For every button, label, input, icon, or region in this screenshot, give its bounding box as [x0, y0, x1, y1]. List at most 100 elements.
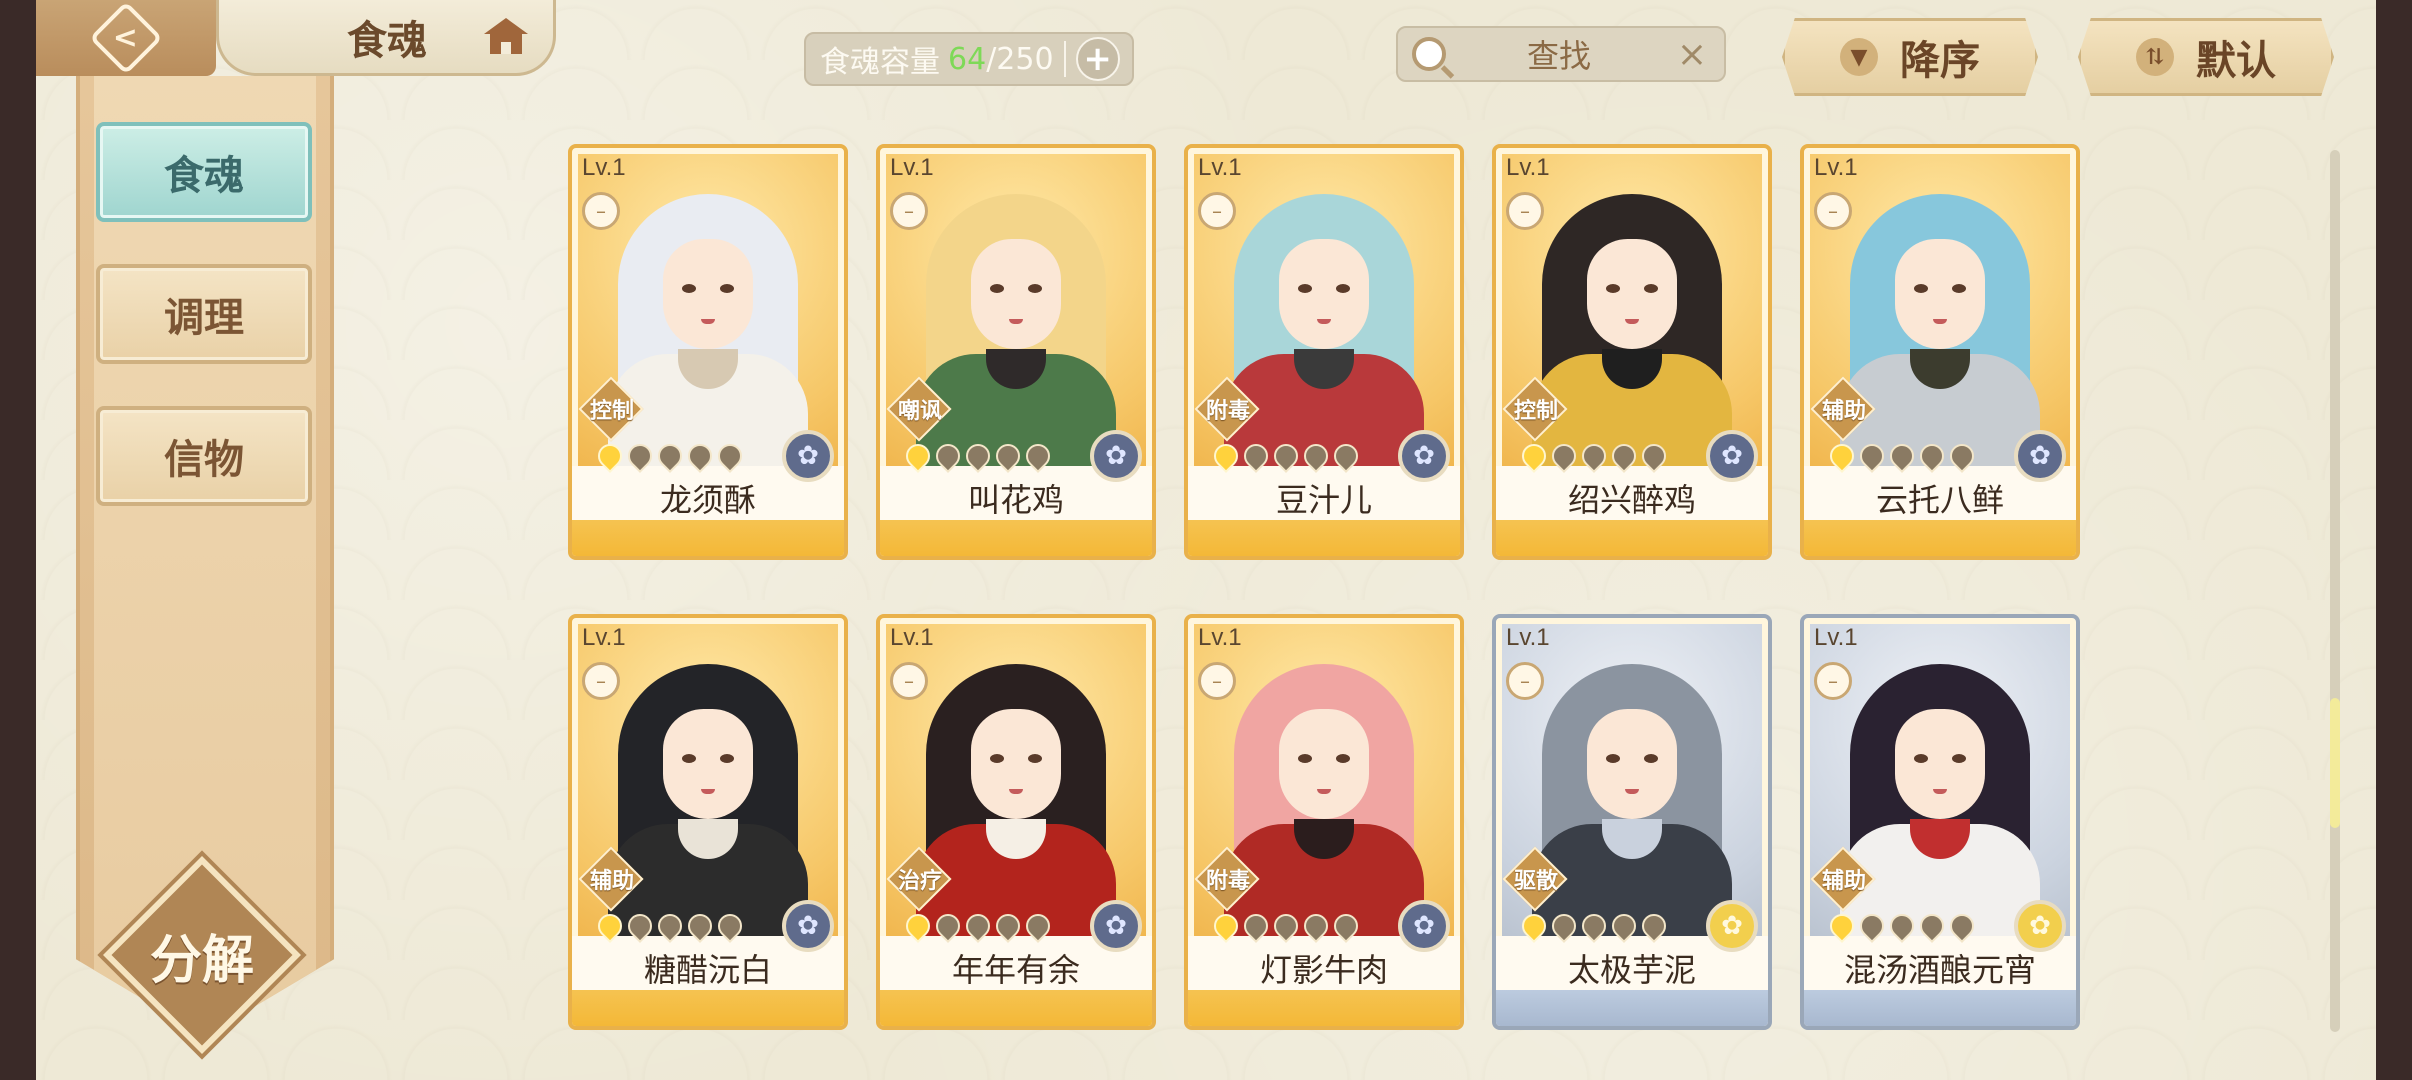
- role-label: 辅助: [1821, 869, 1866, 894]
- role-badge: 辅助: [574, 846, 650, 912]
- role-label: 治疗: [897, 869, 942, 894]
- star-icon: [593, 439, 627, 473]
- food-soul-card[interactable]: Lv.1 – 治疗 ✿ 年年有余: [876, 614, 1156, 1030]
- star-icon: [1021, 909, 1055, 943]
- capacity-display: 食魂容量 64 / 250 +: [804, 32, 1134, 86]
- tab-token-label: 信物: [164, 436, 244, 483]
- food-soul-card[interactable]: Lv.1 – 辅助 ✿ 云托八鲜: [1800, 144, 2080, 560]
- star-icon: [1021, 439, 1055, 473]
- tab-token[interactable]: 信物: [96, 406, 312, 506]
- capacity-separator: /: [986, 41, 997, 77]
- home-icon[interactable]: [484, 18, 528, 58]
- expression-icon: –: [582, 662, 620, 700]
- food-soul-card[interactable]: Lv.1 – 辅助 ✿ 糖醋沅白: [568, 614, 848, 1030]
- star-icon: [683, 439, 717, 473]
- star-icon: [1209, 909, 1243, 943]
- star-icon: [1577, 909, 1611, 943]
- role-badge: 治疗: [882, 846, 958, 912]
- role-label: 辅助: [589, 869, 634, 894]
- tab-cooking[interactable]: 调理: [96, 264, 312, 364]
- star-icon: [1607, 909, 1641, 943]
- search-input[interactable]: 查找: [1446, 31, 1672, 77]
- card-level: Lv.1: [582, 154, 626, 181]
- card-level: Lv.1: [1198, 624, 1242, 651]
- star-icon: [1239, 909, 1273, 943]
- scrollbar[interactable]: [2330, 150, 2340, 1032]
- expression-icon: –: [890, 192, 928, 230]
- star-icon: [1517, 909, 1551, 943]
- star-icon: [1885, 439, 1919, 473]
- card-name: 绍兴醉鸡: [1567, 481, 1696, 519]
- card-level: Lv.1: [1814, 624, 1858, 651]
- expression-icon: –: [1198, 662, 1236, 700]
- star-icon: [991, 439, 1025, 473]
- star-icon: [1547, 909, 1581, 943]
- star-icon: [713, 909, 747, 943]
- search-box[interactable]: 查找 ×: [1396, 26, 1726, 82]
- card-level: Lv.1: [1198, 154, 1242, 181]
- card-level: Lv.1: [1814, 154, 1858, 181]
- card-name: 叫花鸡: [967, 481, 1064, 519]
- tab-food-soul[interactable]: 食魂: [96, 122, 312, 222]
- star-icon: [1945, 909, 1979, 943]
- card-name: 云托八鲜: [1875, 481, 2004, 519]
- star-icon: [1299, 439, 1333, 473]
- sort-default-label: 默认: [2196, 37, 2276, 84]
- card-name: 糖醋沅白: [643, 951, 772, 989]
- star-icon: [1547, 439, 1581, 473]
- card-level: Lv.1: [1506, 154, 1550, 181]
- star-icon: [961, 439, 995, 473]
- star-icon: [683, 909, 717, 943]
- sort-default-button[interactable]: ⇅ 默认: [2078, 18, 2334, 96]
- search-icon: [1412, 37, 1446, 71]
- scroll-thumb[interactable]: [2330, 698, 2340, 828]
- role-label: 控制: [1513, 399, 1558, 424]
- card-name: 太极芋泥: [1567, 951, 1696, 989]
- food-soul-screen: < 食魂 食魂容量 64 / 250 + 查找 × ▼ 降序 ⇅ 默认 食魂 调…: [36, 0, 2376, 1080]
- card-name: 灯影牛肉: [1259, 951, 1388, 989]
- star-icon: [713, 439, 747, 473]
- star-icon: [931, 909, 965, 943]
- star-icon: [1915, 439, 1949, 473]
- sort-desc-icon: ▼: [1840, 38, 1878, 76]
- role-badge: 嘲讽: [882, 376, 958, 442]
- food-soul-card[interactable]: Lv.1 – 附毒 ✿ 灯影牛肉: [1184, 614, 1464, 1030]
- expression-icon: –: [1198, 192, 1236, 230]
- expression-icon: –: [1506, 192, 1544, 230]
- back-button[interactable]: <: [36, 0, 216, 76]
- star-icon: [1945, 439, 1979, 473]
- star-icon: [623, 909, 657, 943]
- sort-default-icon: ⇅: [2136, 38, 2174, 76]
- role-badge: 附毒: [1190, 846, 1266, 912]
- star-icon: [1607, 439, 1641, 473]
- add-capacity-button[interactable]: +: [1075, 37, 1120, 81]
- star-icon: [1825, 439, 1859, 473]
- star-icon: [1269, 439, 1303, 473]
- food-soul-card[interactable]: Lv.1 – 嘲讽 ✿ 叫花鸡: [876, 144, 1156, 560]
- star-icon: [1825, 909, 1859, 943]
- sort-desc-label: 降序: [1900, 37, 1980, 84]
- role-label: 附毒: [1205, 399, 1250, 424]
- star-icon: [1329, 909, 1363, 943]
- role-label: 附毒: [1205, 869, 1250, 894]
- decompose-button[interactable]: 分解: [102, 855, 302, 1055]
- star-icon: [1517, 439, 1551, 473]
- role-badge: 附毒: [1190, 376, 1266, 442]
- expression-icon: –: [1814, 192, 1852, 230]
- star-icon: [901, 439, 935, 473]
- tab-food-soul-label: 食魂: [164, 152, 244, 199]
- card-name: 龙须酥: [659, 481, 756, 519]
- food-soul-card[interactable]: Lv.1 – 驱散 ✿ 太极芋泥: [1492, 614, 1772, 1030]
- star-icon: [653, 439, 687, 473]
- role-label: 控制: [589, 399, 634, 424]
- star-icon: [1239, 439, 1273, 473]
- sort-desc-button[interactable]: ▼ 降序: [1782, 18, 2038, 96]
- food-soul-card[interactable]: Lv.1 – 控制 ✿ 龙须酥: [568, 144, 848, 560]
- card-level: Lv.1: [1506, 624, 1550, 651]
- card-level: Lv.1: [582, 624, 626, 651]
- food-soul-card[interactable]: Lv.1 – 控制 ✿ 绍兴醉鸡: [1492, 144, 1772, 560]
- food-soul-card[interactable]: Lv.1 – 附毒 ✿ 豆汁儿: [1184, 144, 1464, 560]
- close-icon[interactable]: ×: [1672, 34, 1712, 75]
- title-tab: < 食魂: [36, 0, 556, 76]
- food-soul-card[interactable]: Lv.1 – 辅助 ✿ 混汤酒酿元宵: [1800, 614, 2080, 1030]
